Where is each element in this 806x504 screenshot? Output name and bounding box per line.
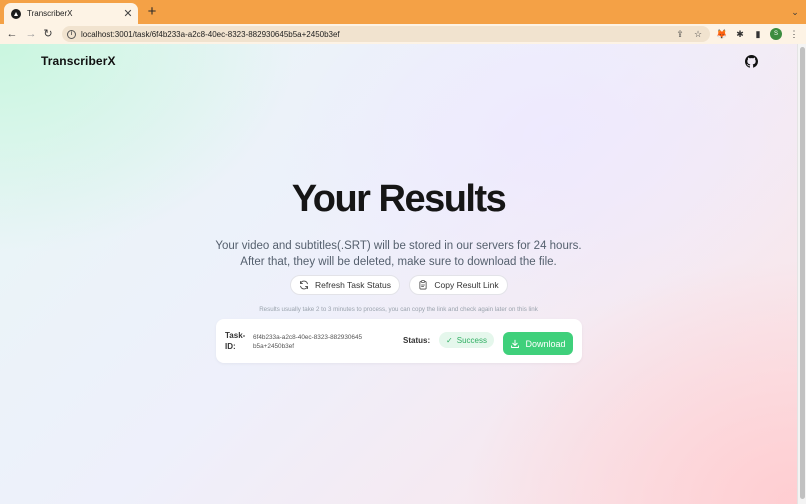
brand-logo[interactable]: TranscriberX xyxy=(41,54,116,68)
bookmark-star-icon[interactable]: ☆ xyxy=(692,28,704,40)
task-result-card: Task-ID: 6f4b233a-a2c8-40ec-8323-8829306… xyxy=(216,319,582,363)
url-text: localhost:3001/task/6f4b233a-a2c8-40ec-8… xyxy=(81,29,340,39)
download-icon xyxy=(511,339,520,348)
tab-close-icon[interactable]: ✕ xyxy=(121,7,135,21)
extensions-puzzle-icon[interactable]: ✱ xyxy=(733,27,747,41)
scrollbar-thumb[interactable] xyxy=(800,47,805,499)
browser-toolbar: ← → ↻ i localhost:3001/task/6f4b233a-a2c… xyxy=(0,24,806,44)
download-button[interactable]: Download xyxy=(503,332,573,355)
status-badge: ✓ Success xyxy=(439,332,494,348)
browser-tab[interactable]: TranscriberX ✕ xyxy=(4,3,138,24)
share-icon[interactable]: ⇪ xyxy=(674,28,686,40)
status-value: Success xyxy=(456,335,487,345)
processing-hint: Results usually take 2 to 3 minutes to p… xyxy=(259,306,538,313)
refresh-icon xyxy=(300,280,309,290)
copy-button-label: Copy Result Link xyxy=(434,280,499,290)
status-label: Status: xyxy=(403,336,431,345)
download-button-label: Download xyxy=(525,338,566,349)
address-bar[interactable]: i localhost:3001/task/6f4b233a-a2c8-40ec… xyxy=(62,26,710,42)
tab-search-chevron-icon[interactable]: ⌄ xyxy=(788,5,802,19)
page-viewport: TranscriberX Your Results Your video and… xyxy=(0,44,797,504)
refresh-task-status-button[interactable]: Refresh Task Status xyxy=(290,275,400,295)
page-scrollbar[interactable] xyxy=(797,44,806,504)
side-panel-icon[interactable]: ▮ xyxy=(751,27,765,41)
refresh-button-label: Refresh Task Status xyxy=(315,280,391,290)
site-info-icon[interactable]: i xyxy=(67,29,76,39)
task-id-label: Task-ID: xyxy=(225,331,246,351)
subtitle-line-1: Your video and subtitles(.SRT) will be s… xyxy=(215,240,582,252)
subtitle-line-2: After that, they will be deleted, make s… xyxy=(240,256,557,268)
copy-result-link-button[interactable]: Copy Result Link xyxy=(409,275,508,295)
profile-avatar[interactable]: S xyxy=(770,28,782,40)
tab-title: TranscriberX xyxy=(27,9,73,18)
checkmark-icon: ✓ xyxy=(446,335,453,345)
back-arrow-icon[interactable]: ← xyxy=(5,27,19,41)
browser-menu-kebab-icon[interactable]: ⋮ xyxy=(787,27,801,41)
site-favicon-icon xyxy=(11,8,21,19)
github-icon[interactable] xyxy=(745,55,758,68)
page-title: Your Results xyxy=(291,178,507,220)
new-tab-plus-icon[interactable]: + xyxy=(144,4,160,20)
page-subtitle: Your video and subtitles(.SRT) will be s… xyxy=(0,238,797,270)
browser-tab-bar: TranscriberX ✕ + ⌄ xyxy=(0,0,806,24)
clipboard-icon xyxy=(419,280,427,290)
task-id-value: 6f4b233a-a2c8-40ec-8323-882930645b5a+245… xyxy=(253,334,363,350)
reload-icon[interactable]: ↻ xyxy=(41,27,55,41)
metamask-extension-icon[interactable]: 🦊 xyxy=(715,27,729,41)
forward-arrow-icon[interactable]: → xyxy=(24,27,38,41)
